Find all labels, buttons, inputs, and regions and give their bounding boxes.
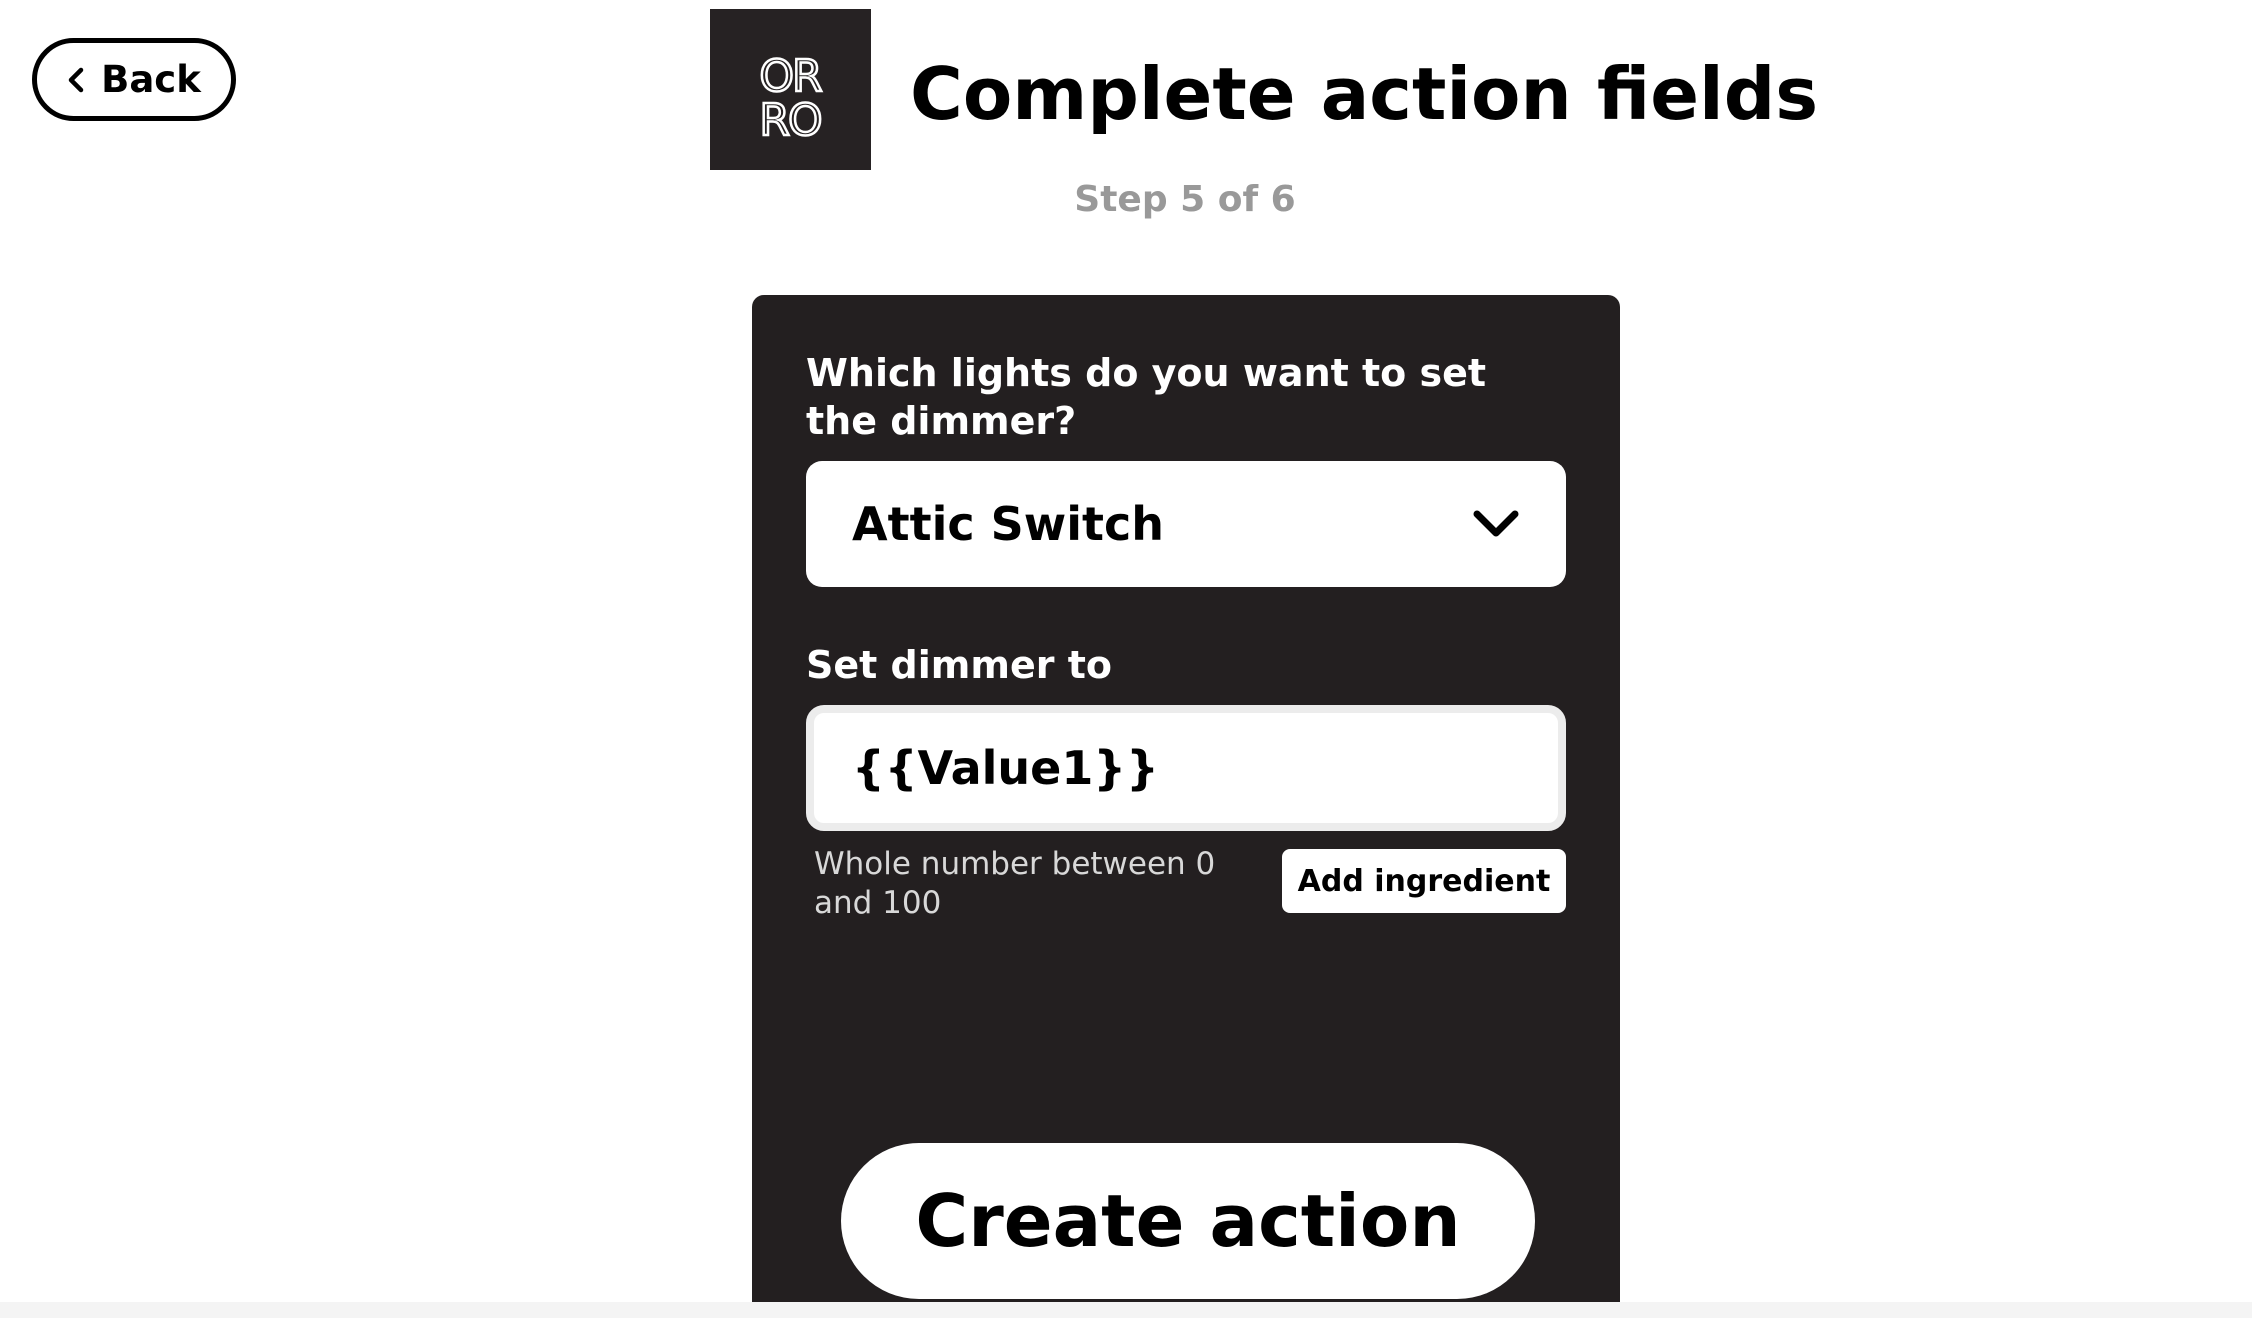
back-button-label: Back [101, 58, 201, 101]
bottom-edge [0, 1302, 2252, 1318]
back-button[interactable]: Back [32, 38, 236, 121]
lights-select-value: Attic Switch [852, 497, 1165, 551]
dimmer-helper-text: Whole number between 0 and 100 [814, 846, 1216, 921]
chevron-down-icon [1473, 510, 1519, 537]
step-indicator: Step 5 of 6 [1074, 179, 1296, 220]
add-ingredient-button[interactable]: Add ingredient [1282, 849, 1566, 913]
action-fields-card: Which lights do you want to set the dimm… [752, 295, 1620, 1318]
dimmer-field-label: Set dimmer to [806, 643, 1112, 687]
logo-line-2: RO [759, 95, 821, 146]
lights-select[interactable]: Attic Switch [806, 461, 1566, 587]
dimmer-input[interactable]: {{Value1}} [806, 705, 1566, 831]
orro-logo: OR RO [710, 9, 871, 170]
lights-field-label: Which lights do you want to set the dimm… [806, 351, 1487, 443]
chevron-left-icon [68, 67, 84, 92]
page: Back OR RO Complete action fields Step 5… [0, 0, 2252, 1318]
page-title: Complete action fields [910, 52, 1819, 136]
create-action-button[interactable]: Create action [841, 1143, 1535, 1299]
